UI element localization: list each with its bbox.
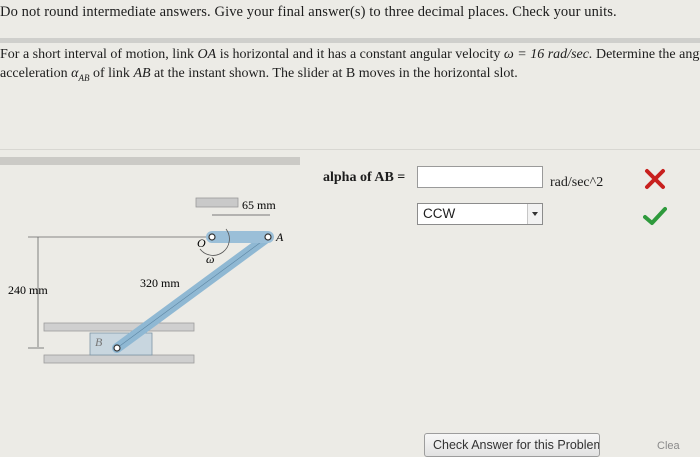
problem-text: Determine the angular (595, 47, 700, 62)
problem-var-oa: OA (197, 47, 217, 62)
problem-omega: ω = 16 rad/sec. (503, 47, 593, 62)
slot-rail-bottom (43, 354, 195, 364)
label-o: O (197, 236, 206, 250)
chevron-down-icon[interactable] (527, 204, 542, 224)
alpha-label: alpha of AB = (323, 170, 406, 185)
problem-text: For a short interval of motion, link (0, 47, 198, 62)
direction-select-value: CCW (423, 206, 456, 221)
label-a: A (275, 230, 284, 244)
pin-b (113, 344, 121, 352)
problem-statement: For a short interval of motion, link OA … (0, 45, 700, 88)
alpha-input[interactable] (417, 166, 543, 188)
dim-label-ab: 320 mm (140, 276, 180, 290)
problem-var-ab: AB (133, 66, 151, 81)
label-b: B (95, 335, 103, 349)
dim-label-vertical: 240 mm (8, 283, 48, 297)
slot-rail-top (43, 322, 195, 332)
problem-text: at the instant shown. The slider at B mo… (150, 66, 518, 81)
clear-button[interactable]: Clea (657, 440, 680, 452)
support-o (195, 197, 239, 208)
check-answer-button[interactable]: Check Answer for this Problem (424, 433, 600, 457)
label-omega: ω (206, 252, 214, 266)
problem-line-2: acceleration αAB of link AB at the insta… (0, 64, 700, 88)
mechanism-diagram: 65 mm 240 mm B ω O A 320 mm (8, 197, 284, 364)
correct-check-icon (643, 207, 667, 225)
problem-text: acceleration (0, 66, 72, 81)
pin-o (208, 233, 216, 241)
problem-text: is horizontal and it has a constant angu… (216, 47, 504, 62)
top-divider (0, 38, 700, 43)
problem-line-1: For a short interval of motion, link OA … (0, 45, 700, 64)
section-divider (0, 157, 300, 165)
instructions-text: Do not round intermediate answers. Give … (0, 4, 617, 20)
direction-select[interactable]: CCW (417, 203, 543, 225)
incorrect-x-icon (645, 169, 665, 189)
problem-text: of link (89, 66, 134, 81)
dim-label-oa: 65 mm (242, 198, 276, 212)
section-divider-thin (0, 149, 700, 150)
problem-alpha-subscript: AB (78, 72, 90, 83)
unit-label: rad/sec^2 (550, 175, 604, 190)
pin-a (264, 233, 272, 241)
